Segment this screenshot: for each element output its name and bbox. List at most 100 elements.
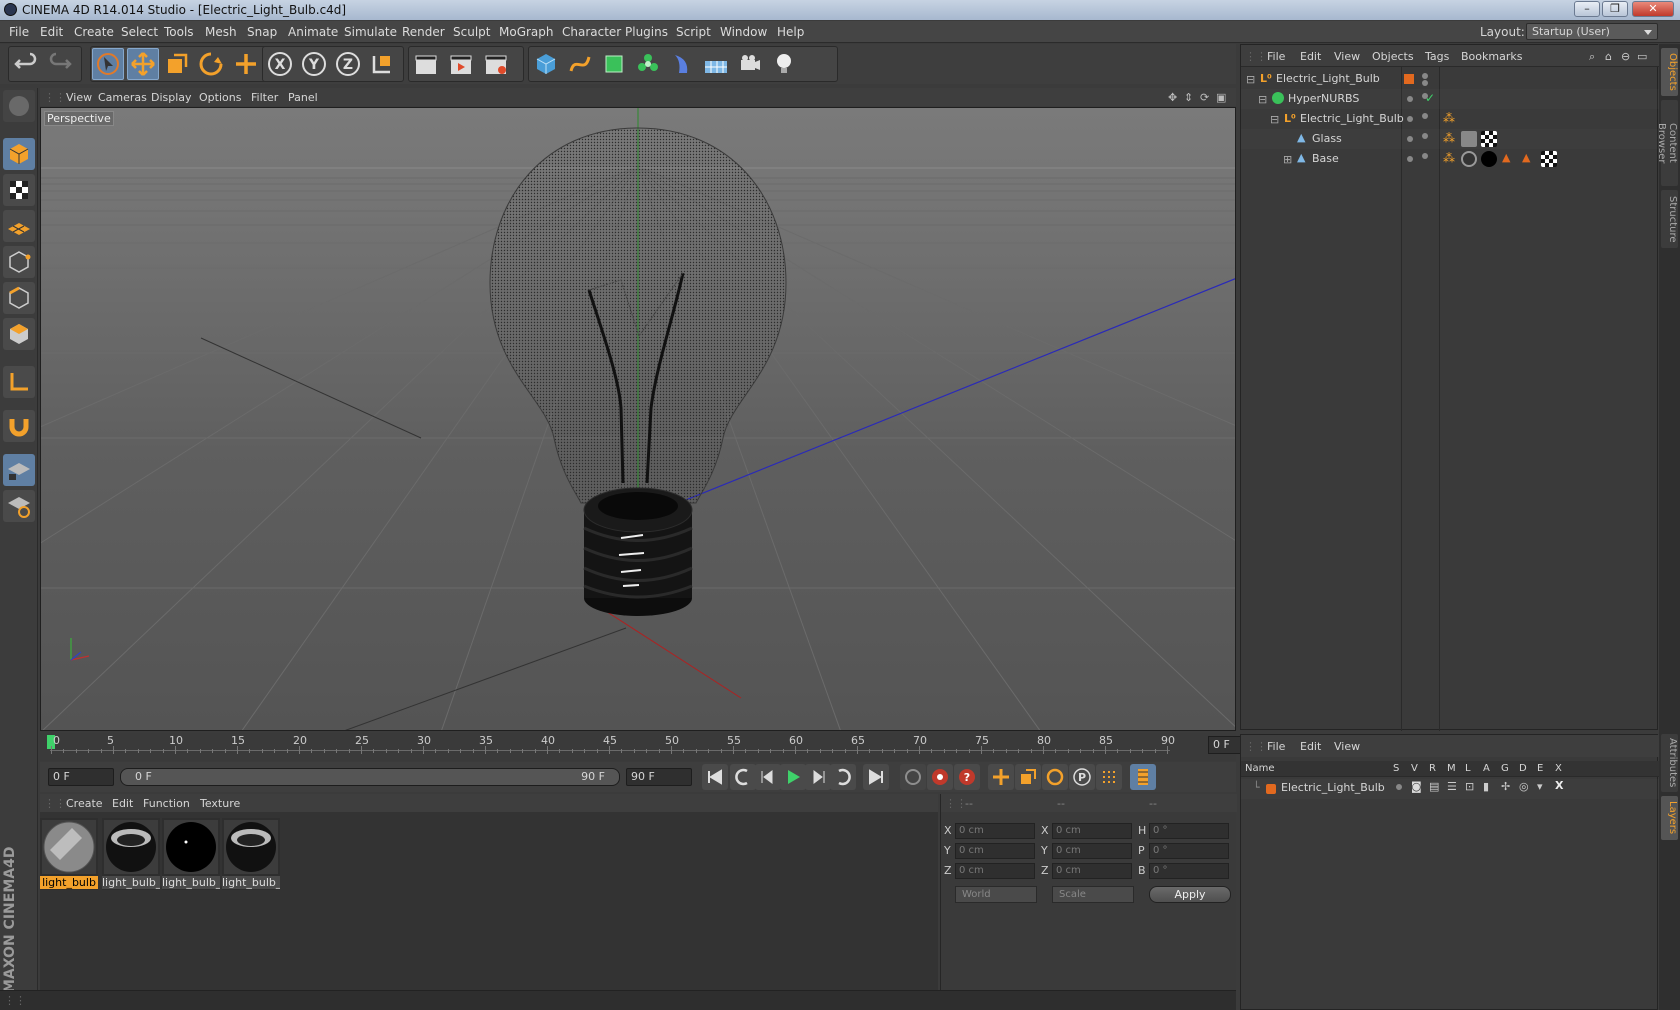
phong-tag-icon[interactable]: ⁂ (1443, 111, 1455, 125)
object-menu-view[interactable]: View (1334, 50, 1360, 63)
layer-deformers-toggle-icon[interactable]: ◎ (1519, 780, 1529, 793)
enabled-check-icon[interactable]: ✓ (1425, 91, 1435, 105)
menu-edit[interactable]: Edit (40, 25, 63, 39)
viewport-menu-filter[interactable]: Filter (251, 91, 278, 104)
material-tag-icon[interactable] (1461, 151, 1477, 167)
perspective-viewport[interactable]: Perspective (40, 107, 1236, 731)
maximize-button[interactable]: ❐ (1602, 1, 1628, 17)
object-menu-edit[interactable]: Edit (1300, 50, 1321, 63)
mograph-button[interactable] (632, 48, 664, 80)
layer-menu-file[interactable]: File (1267, 740, 1285, 753)
axis-mode-button[interactable] (3, 366, 35, 398)
scene-button[interactable] (700, 48, 732, 80)
coordinate-system-button[interactable] (366, 48, 398, 80)
y-axis-button[interactable]: Y (298, 48, 330, 80)
render-visibility-dot[interactable] (1422, 80, 1428, 86)
menu-script[interactable]: Script (676, 25, 711, 39)
menu-render[interactable]: Render (402, 25, 445, 39)
key-pla-button[interactable] (1096, 764, 1122, 790)
rot-h-field[interactable]: 0 ° (1149, 823, 1229, 839)
menu-animate[interactable]: Animate (288, 25, 338, 39)
phong-tag-icon[interactable]: ⁂ (1443, 151, 1455, 165)
object-menu-bookmarks[interactable]: Bookmarks (1461, 50, 1522, 63)
prev-frame-button[interactable] (755, 764, 781, 790)
collapse-toggle-icon[interactable]: ⊟ (1246, 73, 1255, 86)
tab-layers[interactable]: Layers (1661, 796, 1678, 840)
goto-start-button[interactable] (702, 764, 728, 790)
menu-character[interactable]: Character (562, 25, 621, 39)
render-visibility-dot[interactable] (1422, 113, 1428, 119)
object-menu-tags[interactable]: Tags (1425, 50, 1449, 63)
layer-manager-toggle-icon[interactable]: ☰ (1447, 780, 1457, 793)
material-menu-edit[interactable]: Edit (112, 797, 133, 810)
layer-menu-edit[interactable]: Edit (1300, 740, 1321, 753)
redo-button[interactable] (44, 48, 76, 80)
render-visibility-dot[interactable] (1422, 133, 1428, 139)
editor-visibility-dot[interactable] (1407, 116, 1413, 122)
texture-mode-button[interactable] (3, 174, 35, 206)
search-icon[interactable]: ⌕ (1589, 50, 1595, 64)
prev-keyframe-button[interactable] (730, 764, 756, 790)
record-keys-button[interactable] (900, 764, 926, 790)
size-y-field[interactable]: 0 cm (1052, 843, 1132, 859)
coordinate-mode-select[interactable]: World (955, 886, 1037, 903)
tab-structure[interactable]: Structure (1661, 190, 1678, 248)
object-menu-objects[interactable]: Objects (1372, 50, 1414, 63)
light-button[interactable] (768, 48, 800, 80)
live-selection-button[interactable] (92, 48, 124, 80)
viewport-menu-options[interactable]: Options (199, 91, 241, 104)
minimize-button[interactable]: – (1574, 1, 1600, 17)
size-x-field[interactable]: 0 cm (1052, 823, 1132, 839)
layer-menu-view[interactable]: View (1334, 740, 1360, 753)
menu-select[interactable]: Select (121, 25, 158, 39)
undo-button[interactable] (10, 48, 42, 80)
menu-window[interactable]: Window (720, 25, 767, 39)
pos-y-field[interactable]: 0 cm (955, 843, 1035, 859)
render-view-button[interactable] (410, 48, 442, 80)
nurbs-button[interactable] (598, 48, 630, 80)
key-position-button[interactable] (988, 764, 1014, 790)
rotate-button[interactable] (195, 48, 227, 80)
locked-workplane-button[interactable] (3, 490, 35, 522)
size-mode-select[interactable]: Scale (1052, 886, 1134, 903)
menu-create[interactable]: Create (74, 25, 114, 39)
menu-simulate[interactable]: Simulate (344, 25, 397, 39)
layout-icon[interactable]: ▭ (1637, 50, 1647, 63)
deformer-button[interactable] (666, 48, 698, 80)
rot-b-field[interactable]: 0 ° (1149, 863, 1229, 879)
home-icon[interactable]: ⌂ (1605, 50, 1612, 63)
uvw-tag-icon[interactable] (1481, 131, 1497, 147)
menu-snap[interactable]: Snap (247, 25, 277, 39)
editor-visibility-dot[interactable] (1407, 156, 1413, 162)
keyframe-selection-button[interactable]: ? (954, 764, 980, 790)
next-frame-button[interactable] (805, 764, 831, 790)
layer-animation-toggle-icon[interactable]: ▮ (1483, 780, 1489, 793)
tab-attributes[interactable]: Attributes (1661, 734, 1678, 792)
layer-render-toggle-icon[interactable]: ▤ (1429, 780, 1439, 793)
layer-solo-toggle[interactable] (1396, 784, 1402, 790)
model-mode-button[interactable] (3, 138, 35, 170)
timeline-ruler[interactable]: 0 5 10 15 20 25 30 35 40 45 50 55 60 65 70 75 80 85 90 0 F (40, 733, 1276, 761)
material-menu-create[interactable]: Create (66, 797, 103, 810)
material-swatch[interactable]: light_bulb (40, 818, 98, 890)
key-scale-button[interactable] (1015, 764, 1041, 790)
cube-button[interactable] (530, 48, 562, 80)
menu-mograph[interactable]: MoGraph (499, 25, 554, 39)
expand-toggle-icon[interactable]: ⊞ (1283, 153, 1292, 166)
material-swatch[interactable]: light_bulb_ (102, 818, 160, 890)
viewport-move-icon[interactable]: ✥ (1168, 91, 1177, 104)
z-axis-button[interactable]: Z (332, 48, 364, 80)
material-swatch[interactable]: light_bulb_ (222, 818, 280, 890)
object-row[interactable]: ⊟ HyperNURBS ✓ (1241, 89, 1659, 109)
camera-button[interactable] (734, 48, 766, 80)
material-menu-texture[interactable]: Texture (200, 797, 240, 810)
rot-p-field[interactable]: 0 ° (1149, 843, 1229, 859)
edges-mode-button[interactable] (3, 282, 35, 314)
editor-visibility-dot[interactable] (1407, 96, 1413, 102)
selection-tag-icon[interactable]: ▲ (1502, 151, 1510, 164)
x-axis-button[interactable]: X (264, 48, 296, 80)
layer-xref-toggle-icon[interactable]: X (1555, 779, 1563, 792)
phong-tag-icon[interactable]: ⁂ (1443, 131, 1455, 145)
pos-z-field[interactable]: 0 cm (955, 863, 1035, 879)
material-tag-icon[interactable] (1481, 151, 1497, 167)
